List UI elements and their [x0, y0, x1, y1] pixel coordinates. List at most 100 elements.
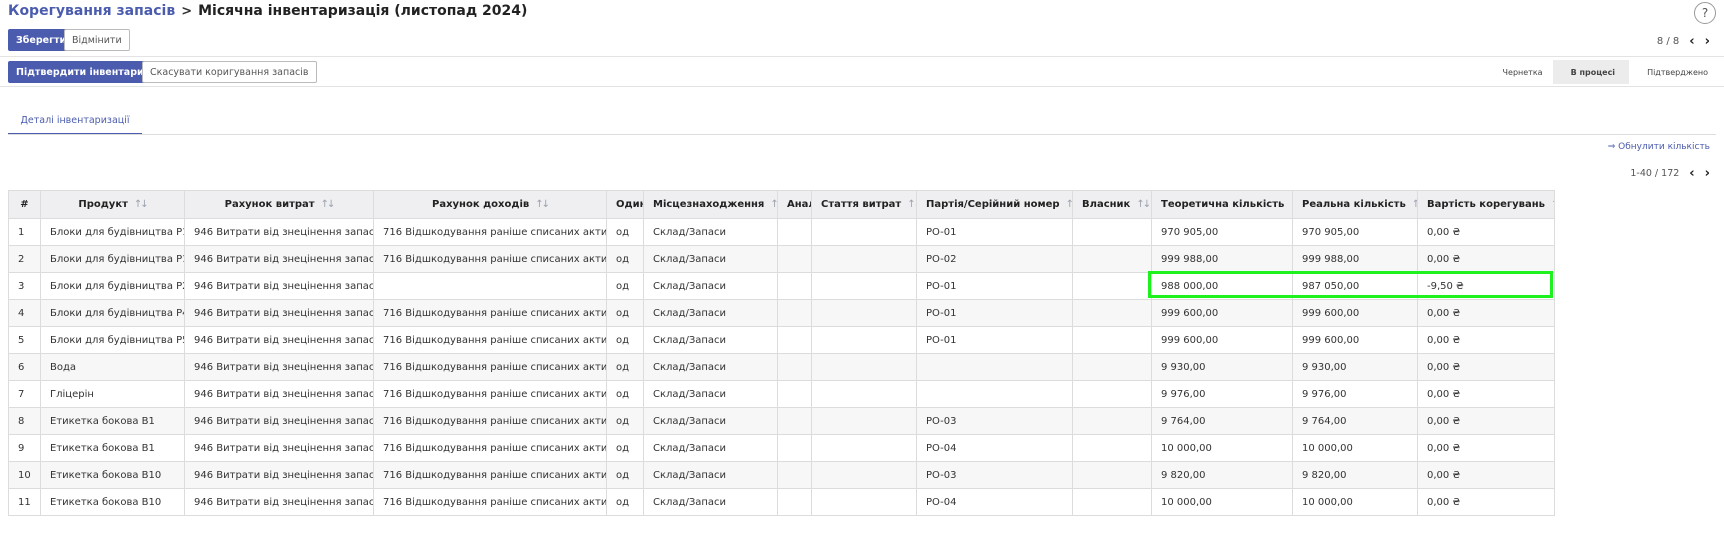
uom-cell[interactable]: од: [606, 488, 644, 516]
owner-cell[interactable]: [1072, 380, 1152, 408]
sort-icon[interactable]: ↑↓: [321, 199, 336, 210]
theoretical-qty-cell[interactable]: 9 930,00: [1151, 353, 1293, 381]
analytics-cell[interactable]: [777, 299, 812, 327]
theoretical-qty-cell[interactable]: 988 000,00: [1151, 272, 1293, 300]
location-cell[interactable]: Склад/Запаси: [643, 434, 778, 462]
stage-draft[interactable]: Чернетка: [1492, 60, 1553, 84]
expense-item-cell[interactable]: [811, 299, 917, 327]
theoretical-qty-cell[interactable]: 10 000,00: [1151, 488, 1293, 516]
uom-cell[interactable]: од: [606, 272, 644, 300]
owner-cell[interactable]: [1072, 245, 1152, 273]
table-row[interactable]: 8 Етикетка бокова B1 946 Витрати від знеці…: [8, 407, 1555, 435]
record-pager-value[interactable]: 8 / 8: [1657, 36, 1679, 47]
adjustment-value-cell[interactable]: 0,00 ₴: [1417, 407, 1555, 435]
lot-serial-cell[interactable]: PO-03: [916, 407, 1073, 435]
uom-cell[interactable]: од: [606, 353, 644, 381]
table-row[interactable]: 5 Блоки для будівництва P5 946 Витрати від…: [8, 326, 1555, 354]
counted-qty-cell[interactable]: 970 905,00: [1292, 218, 1418, 246]
lot-serial-cell[interactable]: PO-01: [916, 272, 1073, 300]
column-header[interactable]: Реальна кількість ↑↓: [1292, 190, 1418, 219]
sort-icon[interactable]: ↑↓: [1412, 199, 1417, 210]
uom-cell[interactable]: од: [606, 461, 644, 489]
income-account-cell[interactable]: 716 Відшкодування раніше списаних активі…: [373, 326, 607, 354]
expense-account-cell[interactable]: 946 Витрати від знецінення запасів: [184, 245, 374, 273]
theoretical-qty-cell[interactable]: 9 820,00: [1151, 461, 1293, 489]
column-header[interactable]: Рахунок витрат ↑↓: [184, 190, 374, 219]
location-cell[interactable]: Склад/Запаси: [643, 488, 778, 516]
owner-cell[interactable]: [1072, 434, 1152, 462]
product-cell[interactable]: Блоки для будівництва P2: [40, 272, 185, 300]
expense-item-cell[interactable]: [811, 272, 917, 300]
row-number-cell[interactable]: 11: [8, 488, 41, 516]
column-header[interactable]: Одиниця: [606, 190, 644, 219]
column-header[interactable]: Продукт ↑↓: [40, 190, 185, 219]
chevron-right-icon[interactable]: ›: [1705, 35, 1710, 48]
income-account-cell[interactable]: 716 Відшкодування раніше списаних активі…: [373, 353, 607, 381]
expense-item-cell[interactable]: [811, 245, 917, 273]
sort-icon[interactable]: ↑↓: [770, 199, 776, 210]
row-number-cell[interactable]: 4: [8, 299, 41, 327]
product-cell[interactable]: Етикетка бокова B1: [40, 434, 185, 462]
expense-item-cell[interactable]: [811, 488, 917, 516]
table-row[interactable]: 9 Етикетка бокова B1 946 Витрати від знеці…: [8, 434, 1555, 462]
expense-item-cell[interactable]: [811, 380, 917, 408]
adjustment-value-cell[interactable]: 0,00 ₴: [1417, 461, 1555, 489]
location-cell[interactable]: Склад/Запаси: [643, 218, 778, 246]
table-row[interactable]: 3 Блоки для будівництва P2 946 Витрати від…: [8, 272, 1555, 300]
expense-account-cell[interactable]: 946 Витрати від знецінення запасів: [184, 272, 374, 300]
uom-cell[interactable]: од: [606, 407, 644, 435]
income-account-cell[interactable]: 716 Відшкодування раніше списаних активі…: [373, 380, 607, 408]
row-number-cell[interactable]: 5: [8, 326, 41, 354]
theoretical-qty-cell[interactable]: 970 905,00: [1151, 218, 1293, 246]
lot-serial-cell[interactable]: PO-04: [916, 488, 1073, 516]
column-header[interactable]: Рахунок доходів ↑↓: [373, 190, 607, 219]
expense-account-cell[interactable]: 946 Витрати від знецінення запасів: [184, 434, 374, 462]
location-cell[interactable]: Склад/Запаси: [643, 353, 778, 381]
expense-item-cell[interactable]: [811, 407, 917, 435]
counted-qty-cell[interactable]: 999 600,00: [1292, 326, 1418, 354]
income-account-cell[interactable]: 716 Відшкодування раніше списаних активі…: [373, 461, 607, 489]
product-cell[interactable]: Гліцерін: [40, 380, 185, 408]
discard-button[interactable]: Відмінити: [64, 29, 130, 51]
chevron-left-icon[interactable]: ‹: [1689, 35, 1694, 48]
table-row[interactable]: 4 Блоки для будівництва P4 946 Витрати від…: [8, 299, 1555, 327]
income-account-cell[interactable]: 716 Відшкодування раніше списаних активі…: [373, 218, 607, 246]
column-header[interactable]: #: [8, 190, 41, 219]
expense-account-cell[interactable]: 946 Витрати від знецінення запасів: [184, 218, 374, 246]
adjustment-value-cell[interactable]: 0,00 ₴: [1417, 353, 1555, 381]
income-account-cell[interactable]: 716 Відшкодування раніше списаних активі…: [373, 299, 607, 327]
table-row[interactable]: 2 Блоки для будівництва P1 946 Витрати від…: [8, 245, 1555, 273]
sort-icon[interactable]: ↑↓: [134, 199, 149, 210]
chevron-left-icon[interactable]: ‹: [1689, 167, 1694, 180]
row-number-cell[interactable]: 2: [8, 245, 41, 273]
counted-qty-cell[interactable]: 9 930,00: [1292, 353, 1418, 381]
table-row[interactable]: 1 Блоки для будівництва P1 946 Витрати від…: [8, 218, 1555, 246]
analytics-cell[interactable]: [777, 407, 812, 435]
table-row[interactable]: 6 Вода 946 Витрати від знецінення запасів 7…: [8, 353, 1555, 381]
location-cell[interactable]: Склад/Запаси: [643, 407, 778, 435]
theoretical-qty-cell[interactable]: 9 976,00: [1151, 380, 1293, 408]
owner-cell[interactable]: [1072, 407, 1152, 435]
analytics-cell[interactable]: [777, 245, 812, 273]
column-header[interactable]: Партія/Серійний номер ↑↓: [916, 190, 1073, 219]
list-pager-value[interactable]: 1-40 / 172: [1630, 168, 1679, 179]
column-header[interactable]: Місцезнаходження ↑↓: [643, 190, 778, 219]
row-number-cell[interactable]: 8: [8, 407, 41, 435]
location-cell[interactable]: Склад/Запаси: [643, 299, 778, 327]
counted-qty-cell[interactable]: 10 000,00: [1292, 488, 1418, 516]
sort-icon[interactable]: ↑↓: [535, 199, 550, 210]
column-header[interactable]: Вартість корегувань ↑↓: [1417, 190, 1555, 219]
adjustment-value-cell[interactable]: -9,50 ₴: [1417, 272, 1555, 300]
theoretical-qty-cell[interactable]: 10 000,00: [1151, 434, 1293, 462]
adjustment-value-cell[interactable]: 0,00 ₴: [1417, 380, 1555, 408]
owner-cell[interactable]: [1072, 299, 1152, 327]
location-cell[interactable]: Склад/Запаси: [643, 461, 778, 489]
adjustment-value-cell[interactable]: 0,00 ₴: [1417, 326, 1555, 354]
counted-qty-cell[interactable]: 999 600,00: [1292, 299, 1418, 327]
analytics-cell[interactable]: [777, 380, 812, 408]
expense-item-cell[interactable]: [811, 326, 917, 354]
column-header[interactable]: Власник ↑↓: [1072, 190, 1152, 219]
row-number-cell[interactable]: 7: [8, 380, 41, 408]
analytics-cell[interactable]: [777, 353, 812, 381]
lot-serial-cell[interactable]: [916, 353, 1073, 381]
